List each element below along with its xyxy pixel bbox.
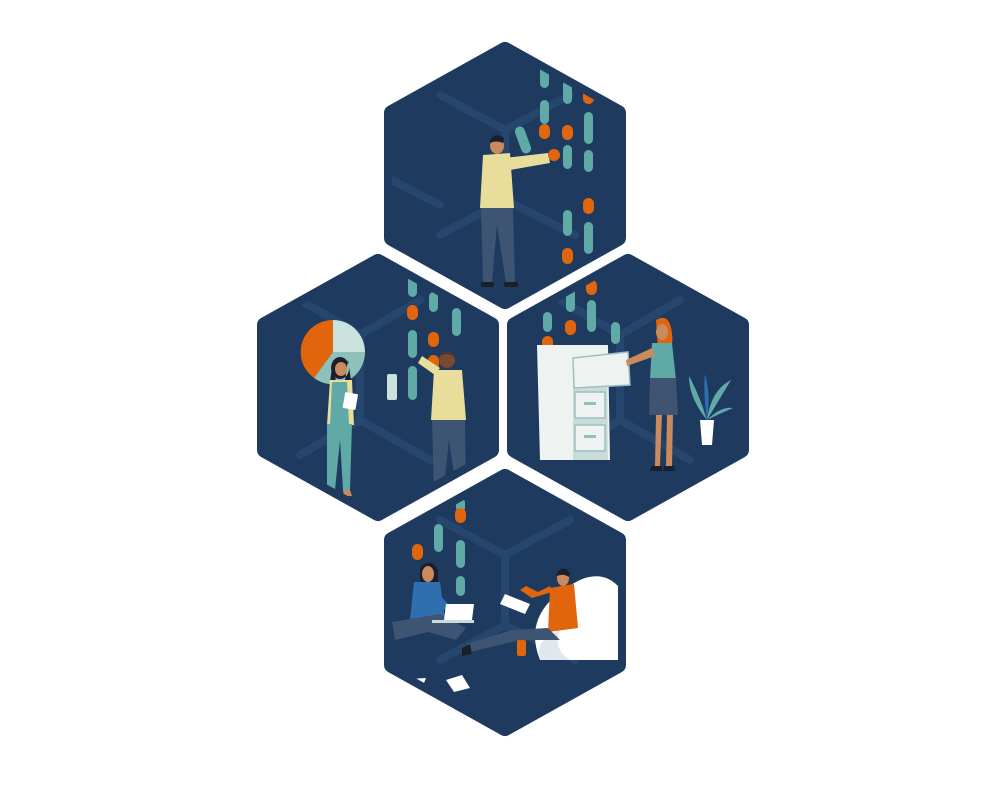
- laptop-collaboration-scene: [384, 469, 626, 736]
- pie-chart-discussion-scene: [257, 254, 499, 521]
- filing-cabinet-scene: [507, 254, 749, 521]
- hexagon-illustration: [257, 42, 749, 736]
- data-wall-scene: [384, 42, 626, 309]
